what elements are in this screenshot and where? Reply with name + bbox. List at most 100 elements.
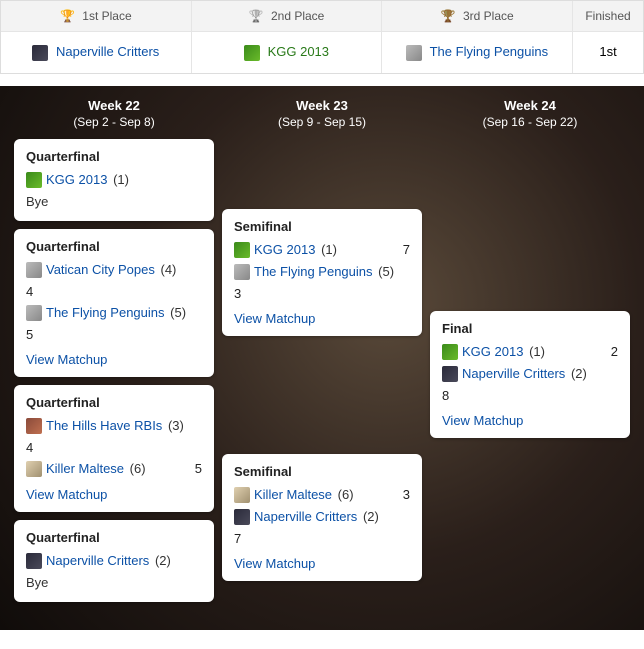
quarterfinal-card: Quarterfinal KGG 2013 (1) Bye [14, 139, 214, 221]
team-row: Killer Maltese (6) 3 [234, 487, 410, 503]
place-label: 1st Place [82, 9, 131, 23]
team-row: Naperville Critters (2) [26, 553, 202, 569]
team-avatar-icon [26, 553, 42, 569]
week-title: Week 22 [14, 98, 214, 113]
podium-col-1: 🏆 1st Place Naperville Critters [1, 1, 192, 73]
card-title: Quarterfinal [26, 149, 202, 164]
card-title: Quarterfinal [26, 395, 202, 410]
team-row: KGG 2013 (1) [26, 172, 202, 188]
team-link[interactable]: Vatican City Popes (4) [46, 262, 202, 277]
team-avatar-icon [244, 45, 260, 61]
team-avatar-icon [26, 172, 42, 188]
week-range: (Sep 9 - Sep 15) [222, 115, 422, 129]
team-row: Vatican City Popes (4) [26, 262, 202, 278]
card-title: Semifinal [234, 464, 410, 479]
bracket: Week 22 (Sep 2 - Sep 8) Quarterfinal KGG… [0, 86, 644, 630]
team-row: Naperville Critters (2) [442, 366, 618, 382]
score: 5 [187, 461, 202, 476]
podium-col-2: 🏆 2nd Place KGG 2013 [192, 1, 383, 73]
team-avatar-icon [26, 262, 42, 278]
score: 4 [26, 284, 202, 299]
score: 3 [234, 286, 410, 301]
score: 7 [395, 242, 410, 257]
view-matchup-link[interactable]: View Matchup [442, 413, 523, 428]
view-matchup-link[interactable]: View Matchup [26, 487, 107, 502]
card-title: Quarterfinal [26, 530, 202, 545]
place-label: 3rd Place [463, 9, 514, 23]
semifinal-card: Semifinal KGG 2013 (1) 7 The Flying Peng… [222, 209, 422, 336]
trophy-icon: 🏆 [60, 9, 75, 23]
podium-body-2: KGG 2013 [192, 32, 382, 73]
team-row: KGG 2013 (1) 7 [234, 242, 410, 258]
team-link[interactable]: Naperville Critters [56, 44, 159, 59]
podium-head-1: 🏆 1st Place [1, 1, 191, 32]
bye-label: Bye [26, 194, 202, 209]
team-avatar-icon [234, 487, 250, 503]
view-matchup-link[interactable]: View Matchup [234, 556, 315, 571]
team-row: Naperville Critters (2) [234, 509, 410, 525]
quarterfinal-card: Quarterfinal Naperville Critters (2) Bye [14, 520, 214, 602]
podium-head-2: 🏆 2nd Place [192, 1, 382, 32]
week-col-24: Week 24 (Sep 16 - Sep 22) Final KGG 2013… [426, 98, 634, 610]
bye-label: Bye [26, 575, 202, 590]
team-avatar-icon [406, 45, 422, 61]
finished-value: 1st [573, 32, 643, 71]
podium-table: 🏆 1st Place Naperville Critters 🏆 2nd Pl… [0, 0, 644, 74]
team-avatar-icon [26, 418, 42, 434]
team-avatar-icon [442, 366, 458, 382]
podium-body-1: Naperville Critters [1, 32, 191, 73]
week-range: (Sep 2 - Sep 8) [14, 115, 214, 129]
view-matchup-link[interactable]: View Matchup [26, 352, 107, 367]
team-link[interactable]: The Hills Have RBIs (3) [46, 418, 202, 433]
card-title: Quarterfinal [26, 239, 202, 254]
team-link[interactable]: KGG 2013 (1) [46, 172, 202, 187]
team-link[interactable]: KGG 2013 (1) [254, 242, 395, 257]
podium-body-3: The Flying Penguins [382, 32, 572, 73]
team-link[interactable]: Killer Maltese (6) [254, 487, 395, 502]
team-link[interactable]: The Flying Penguins (5) [46, 305, 202, 320]
card-title: Semifinal [234, 219, 410, 234]
place-label: 2nd Place [271, 9, 324, 23]
final-card: Final KGG 2013 (1) 2 Naperville Critters… [430, 311, 630, 438]
team-link[interactable]: Naperville Critters (2) [462, 366, 618, 381]
team-avatar-icon [234, 264, 250, 280]
team-row: The Flying Penguins (5) [234, 264, 410, 280]
score: 3 [395, 487, 410, 502]
team-link[interactable]: KGG 2013 (1) [462, 344, 603, 359]
team-avatar-icon [442, 344, 458, 360]
team-avatar-icon [32, 45, 48, 61]
week-col-23: Week 23 (Sep 9 - Sep 15) Semifinal KGG 2… [218, 98, 426, 610]
trophy-icon: 🏆 [249, 9, 264, 23]
team-row: The Flying Penguins (5) [26, 305, 202, 321]
view-matchup-link[interactable]: View Matchup [234, 311, 315, 326]
team-link[interactable]: The Flying Penguins (5) [254, 264, 410, 279]
finished-label: Finished [573, 1, 643, 32]
quarterfinal-card: Quarterfinal Vatican City Popes (4) 4 Th… [14, 229, 214, 377]
team-row: Killer Maltese (6) 5 [26, 461, 202, 477]
trophy-icon: 🏆 [441, 9, 456, 23]
team-avatar-icon [234, 242, 250, 258]
score: 5 [26, 327, 202, 342]
team-row: KGG 2013 (1) 2 [442, 344, 618, 360]
team-avatar-icon [26, 305, 42, 321]
team-link[interactable]: KGG 2013 [268, 44, 329, 59]
score: 8 [442, 388, 618, 403]
podium-col-3: 🏆 3rd Place The Flying Penguins [382, 1, 573, 73]
score: 4 [26, 440, 202, 455]
team-avatar-icon [26, 461, 42, 477]
podium-col-finish: Finished 1st [573, 1, 643, 73]
week-title: Week 24 [430, 98, 630, 113]
score: 2 [603, 344, 618, 359]
team-avatar-icon [234, 509, 250, 525]
week-col-22: Week 22 (Sep 2 - Sep 8) Quarterfinal KGG… [10, 98, 218, 610]
team-row: The Hills Have RBIs (3) [26, 418, 202, 434]
team-link[interactable]: Naperville Critters (2) [254, 509, 410, 524]
week-title: Week 23 [222, 98, 422, 113]
quarterfinal-card: Quarterfinal The Hills Have RBIs (3) 4 K… [14, 385, 214, 512]
podium-head-3: 🏆 3rd Place [382, 1, 572, 32]
team-link[interactable]: The Flying Penguins [430, 44, 549, 59]
team-link[interactable]: Naperville Critters (2) [46, 553, 202, 568]
team-link[interactable]: Killer Maltese (6) [46, 461, 187, 476]
score: 7 [234, 531, 410, 546]
semifinal-card: Semifinal Killer Maltese (6) 3 Napervill… [222, 454, 422, 581]
